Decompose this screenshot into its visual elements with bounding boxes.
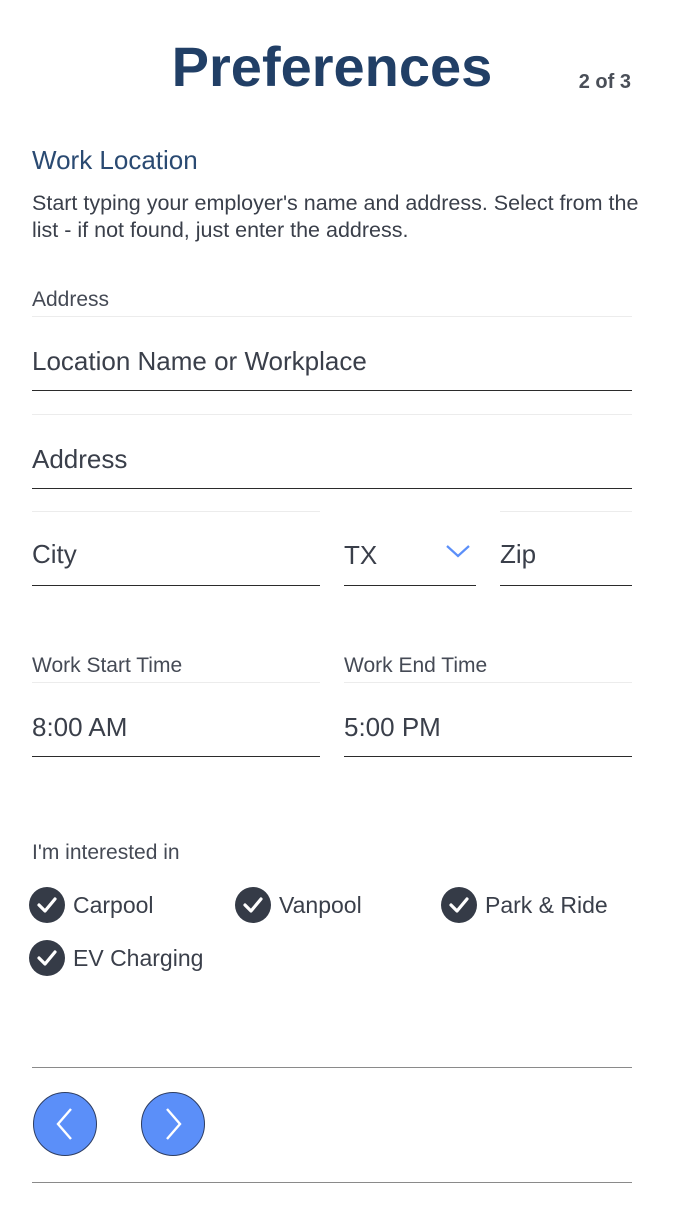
divider-top (32, 1067, 632, 1068)
divider-bottom (32, 1182, 632, 1183)
address-input[interactable] (32, 441, 632, 477)
check-icon (29, 887, 65, 923)
work-end-time-field[interactable] (344, 682, 632, 757)
address-field[interactable] (32, 414, 632, 489)
step-indicator: 2 of 3 (578, 71, 631, 93)
checkbox-label: Park & Ride (485, 891, 608, 918)
location-name-field[interactable] (32, 316, 632, 391)
check-icon (441, 887, 477, 923)
address-label: Address (32, 288, 110, 311)
back-button[interactable] (33, 1092, 97, 1156)
check-icon (235, 887, 271, 923)
check-icon (29, 940, 65, 976)
checkbox-ev-charging[interactable]: EV Charging (29, 940, 203, 976)
state-select[interactable]: TX (344, 511, 476, 586)
zip-field[interactable] (500, 511, 632, 586)
checkbox-carpool[interactable]: Carpool (29, 887, 154, 923)
interests-label: I'm interested in (32, 841, 180, 864)
location-name-input[interactable] (32, 343, 632, 379)
work-end-time-input[interactable] (344, 709, 632, 745)
city-field[interactable] (32, 511, 320, 586)
instructions-text: Start typing your employer's name and ad… (32, 191, 639, 242)
next-button[interactable] (141, 1092, 205, 1156)
work-start-time-label: Work Start Time (32, 654, 183, 677)
work-start-time-input[interactable] (32, 709, 320, 745)
page-title: Preferences (171, 35, 493, 98)
chevron-right-icon (166, 1108, 182, 1140)
checkbox-label: EV Charging (73, 944, 204, 971)
checkbox-label: Carpool (73, 891, 154, 918)
city-input[interactable] (32, 536, 320, 572)
work-end-time-label: Work End Time (344, 654, 488, 677)
checkbox-vanpool[interactable]: Vanpool (235, 887, 362, 923)
section-title-work-location: Work Location (32, 145, 198, 175)
checkbox-park-and-ride[interactable]: Park & Ride (441, 887, 608, 923)
chevron-down-icon (446, 545, 470, 558)
work-start-time-field[interactable] (32, 682, 320, 757)
chevron-left-icon (56, 1108, 72, 1140)
zip-input[interactable] (500, 536, 632, 572)
state-value: TX (344, 540, 378, 570)
checkbox-label: Vanpool (279, 891, 362, 918)
